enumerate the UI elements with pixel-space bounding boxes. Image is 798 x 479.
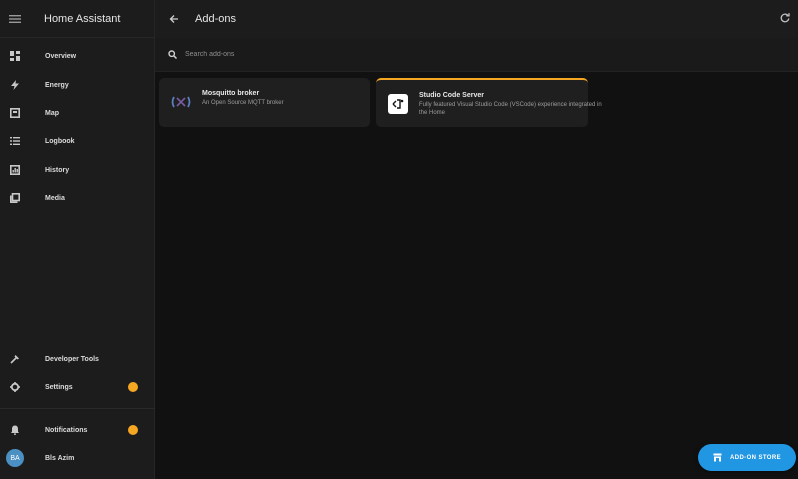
- sidebar-item-label: Media: [45, 194, 65, 202]
- addon-description: Fully featured Visual Studio Code (VSCod…: [419, 102, 602, 116]
- map-icon: [0, 108, 30, 118]
- refresh-icon[interactable]: [780, 13, 790, 26]
- page-title: Add-ons: [195, 13, 236, 25]
- search-icon: [168, 50, 177, 59]
- sidebar-item-settings[interactable]: Settings: [0, 374, 155, 400]
- sidebar-item-label: Overview: [45, 52, 77, 60]
- sidebar-item-notifications[interactable]: Notifications: [0, 417, 155, 443]
- search-bar: [155, 38, 798, 72]
- sidebar-item-label: Notifications: [45, 426, 88, 434]
- sidebar-item-label: Developer Tools: [45, 355, 99, 363]
- store-button-label: ADD-ON STORE: [729, 454, 782, 461]
- settings-badge: [128, 382, 138, 392]
- sidebar-header: Home Assistant: [0, 0, 154, 38]
- sidebar-item-label: Logbook: [45, 137, 75, 145]
- gear-icon: [0, 382, 30, 392]
- sidebar-item-label: History: [45, 166, 70, 174]
- search-input[interactable]: [183, 50, 587, 59]
- addon-card-mosquitto[interactable]: Mosquitto broker An Open Source MQTT bro…: [159, 78, 370, 127]
- sidebar-item-map[interactable]: Map: [0, 100, 155, 126]
- sidebar-item-label: Energy: [45, 81, 69, 89]
- menu-icon[interactable]: [0, 14, 30, 24]
- sidebar-item-user[interactable]: BA Bls Azim: [0, 445, 155, 471]
- top-bar: Add-ons: [155, 0, 798, 38]
- mosquitto-logo-icon: [171, 92, 191, 112]
- sidebar-divider: [0, 408, 155, 409]
- sidebar-item-history[interactable]: History: [0, 157, 155, 183]
- addon-card-studio-code-server[interactable]: Studio Code Server Fully featured Visual…: [376, 78, 602, 127]
- user-name: Bls Azim: [45, 454, 75, 462]
- logbook-icon: [0, 136, 30, 146]
- sidebar: Home Assistant Overview Energy Map Logbo…: [0, 0, 155, 479]
- sidebar-item-label: Settings: [45, 383, 73, 391]
- sidebar-item-label: Map: [45, 109, 59, 117]
- vscode-logo-icon: [388, 94, 408, 114]
- sidebar-item-energy[interactable]: Energy: [0, 72, 155, 98]
- back-arrow-icon[interactable]: [155, 14, 193, 24]
- addon-name: Mosquitto broker: [202, 90, 260, 97]
- hammer-icon: [0, 354, 30, 364]
- app-title: Home Assistant: [44, 12, 121, 25]
- sidebar-item-media[interactable]: Media: [0, 185, 155, 211]
- sidebar-item-overview[interactable]: Overview: [0, 43, 155, 69]
- addon-description: An Open Source MQTT broker: [202, 100, 284, 106]
- store-icon: [713, 453, 722, 462]
- energy-icon: [0, 80, 30, 90]
- bell-icon: [0, 425, 30, 435]
- media-icon: [0, 193, 30, 203]
- notifications-badge: [128, 425, 138, 435]
- sidebar-item-developer-tools[interactable]: Developer Tools: [0, 346, 155, 372]
- sidebar-item-logbook[interactable]: Logbook: [0, 128, 155, 154]
- history-icon: [0, 165, 30, 175]
- avatar: BA: [6, 449, 24, 467]
- addon-name: Studio Code Server: [419, 92, 484, 99]
- add-on-store-button[interactable]: ADD-ON STORE: [698, 444, 796, 471]
- dashboard-icon: [0, 51, 30, 61]
